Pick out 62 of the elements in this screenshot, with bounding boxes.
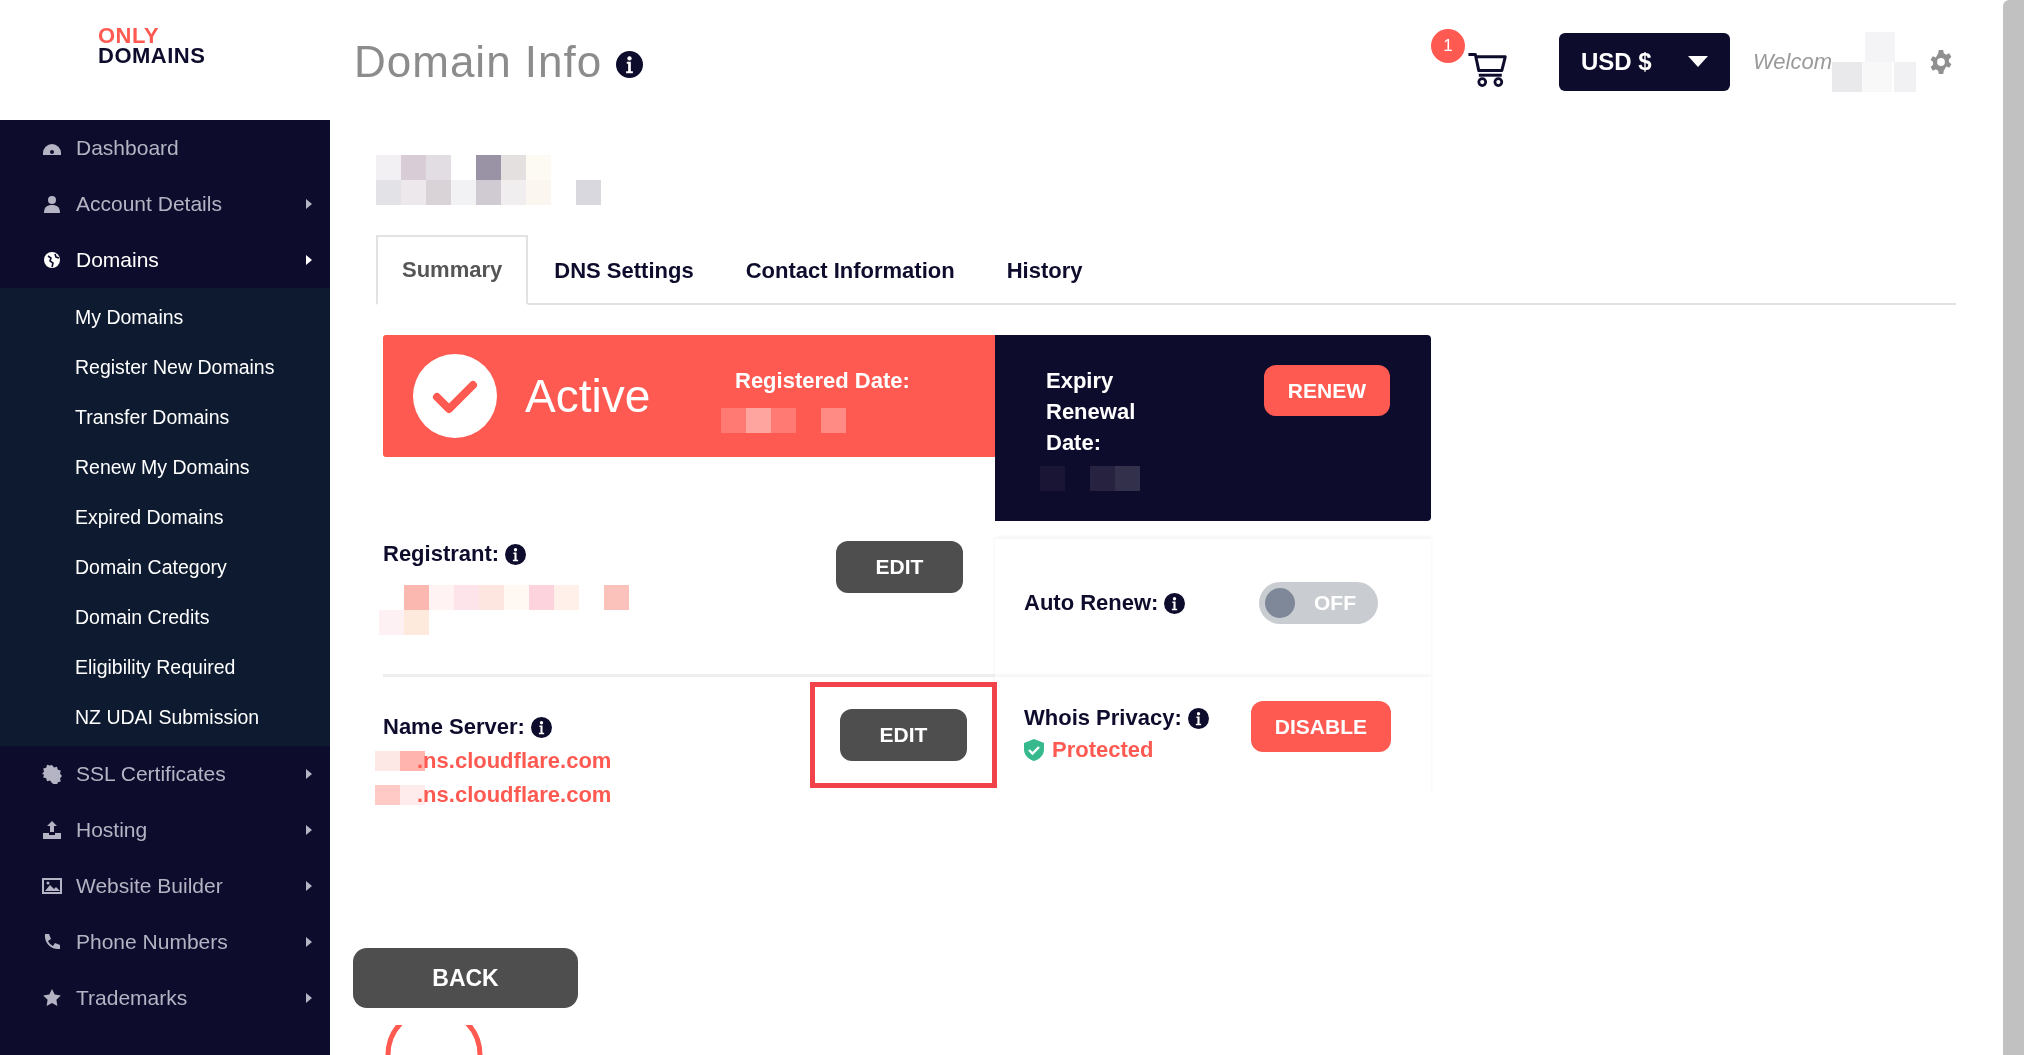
caret-icon xyxy=(306,937,312,947)
tab[interactable]: History xyxy=(980,235,1109,305)
tab[interactable]: DNS Settings xyxy=(528,235,720,305)
expiry-date-label: Expiry Renewal Date: xyxy=(1046,367,1137,457)
star-icon xyxy=(42,988,62,1008)
sidebar-item[interactable]: Dashboard xyxy=(0,120,330,176)
upload-icon xyxy=(42,820,62,840)
user-icon xyxy=(42,194,62,214)
phone-icon xyxy=(42,932,62,952)
name-server-label: Name Server: xyxy=(383,714,525,740)
tab[interactable]: Contact Information xyxy=(719,235,981,305)
back-button[interactable]: BACK xyxy=(353,948,578,1008)
edit-button[interactable]: EDIT xyxy=(840,709,967,761)
info-icon[interactable] xyxy=(1164,592,1186,614)
logo[interactable]: ONLY DOMAINS xyxy=(98,26,206,66)
registrant-label: Registrant: xyxy=(383,541,500,567)
whois-privacy-label: Whois Privacy: xyxy=(1024,705,1182,731)
sidebar-subitem[interactable]: NZ UDAI Submission xyxy=(0,692,330,742)
sidebar-subitem[interactable]: My Domains xyxy=(0,292,330,342)
caret-icon xyxy=(306,769,312,779)
sidebar-item[interactable]: Website Builder xyxy=(0,858,330,914)
sidebar-subitem[interactable]: Transfer Domains xyxy=(0,392,330,442)
caret-icon xyxy=(306,825,312,835)
sidebar-subitem[interactable]: Renew My Domains xyxy=(0,442,330,492)
auto-renew-label: Auto Renew: xyxy=(1024,590,1159,616)
status-text: Active xyxy=(525,369,652,423)
caret-icon xyxy=(1688,55,1708,68)
cart-count-badge: 1 xyxy=(1431,28,1465,63)
info-icon[interactable] xyxy=(530,716,552,738)
info-icon[interactable] xyxy=(1187,707,1209,729)
edit-button[interactable]: EDIT xyxy=(836,541,963,593)
info-icon[interactable] xyxy=(505,543,527,565)
caret-icon xyxy=(306,993,312,1003)
sidebar-subitem[interactable]: Register New Domains xyxy=(0,342,330,392)
checkmark-icon xyxy=(413,354,497,438)
sidebar-subitem[interactable]: Eligibility Required xyxy=(0,642,330,692)
info-icon[interactable] xyxy=(616,51,644,78)
scrollbar[interactable] xyxy=(2003,0,2024,1055)
registered-date-label: Registered Date: xyxy=(735,368,910,394)
sidebar-item[interactable]: SSL Certificates xyxy=(0,746,330,802)
sidebar-subitem[interactable]: Domain Category xyxy=(0,542,330,592)
ring-icon[interactable] xyxy=(384,1025,484,1055)
globe-icon xyxy=(42,250,62,270)
image-icon xyxy=(42,876,62,896)
caret-icon xyxy=(306,255,312,265)
tab[interactable]: Summary xyxy=(376,235,529,305)
caret-icon xyxy=(306,881,312,891)
sidebar-subitem[interactable]: Domain Credits xyxy=(0,592,330,642)
shield-check-icon xyxy=(1024,739,1044,761)
sidebar-item[interactable]: Hosting xyxy=(0,802,330,858)
sidebar-item[interactable]: Trademarks xyxy=(0,970,330,1026)
sidebar-item[interactable]: Account Details xyxy=(0,176,330,232)
sidebar-item[interactable]: Domains xyxy=(0,232,330,288)
privacy-status: Protected xyxy=(1052,737,1154,763)
badge-icon xyxy=(42,764,62,784)
settings-icon[interactable] xyxy=(1928,48,1954,75)
caret-icon xyxy=(306,199,312,209)
welcome-text: Welcom xyxy=(1753,48,1833,75)
currency-dropdown[interactable]: USD $ xyxy=(1559,32,1730,91)
page-title: Domain Info xyxy=(354,36,603,87)
sidebar-item[interactable]: Phone Numbers xyxy=(0,914,330,970)
sidebar-subitem[interactable]: Expired Domains xyxy=(0,492,330,542)
